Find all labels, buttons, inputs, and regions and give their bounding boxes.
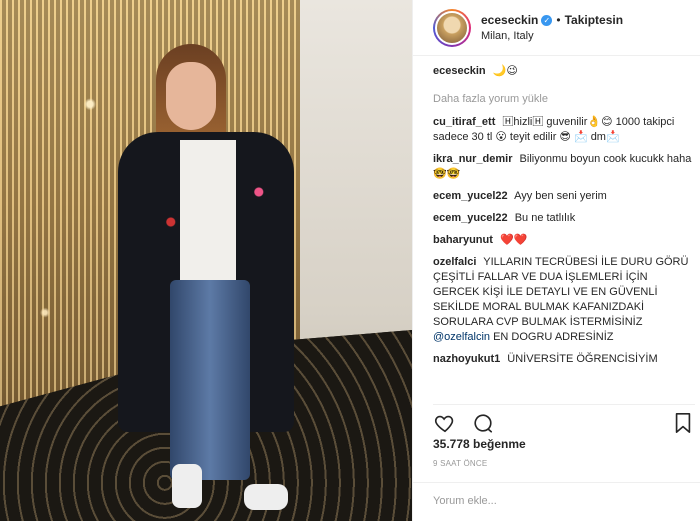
person-figure xyxy=(118,44,298,514)
likes-count[interactable]: 35.778 beğenme xyxy=(433,437,526,451)
bookmark-icon[interactable] xyxy=(671,411,695,435)
comment-username[interactable]: ozelfalci xyxy=(433,256,476,268)
comment-text: Bu ne tatlılık xyxy=(514,212,576,224)
comment-username[interactable]: cu_itiraf_ett xyxy=(433,116,495,128)
instagram-post-view: eceseckin ✓ • Takiptesin Milan, Italy ec… xyxy=(0,0,700,521)
comment-item: ikra_nur_demir Biliyonmu boyun cook kucu… xyxy=(433,152,695,182)
comment-item: ecem_yucel22 Ayy ben seni yerim xyxy=(433,189,695,204)
comment-username[interactable]: nazhoyukut1 xyxy=(433,353,500,365)
left-shoe xyxy=(172,464,202,508)
post-photo[interactable] xyxy=(0,0,412,521)
face xyxy=(166,62,216,130)
post-header: eceseckin ✓ • Takiptesin Milan, Italy xyxy=(413,0,700,56)
header-text: eceseckin ✓ • Takiptesin Milan, Italy xyxy=(481,13,623,42)
caption: eceseckin 🌙😉 xyxy=(433,64,695,79)
comment-text: ÜNİVERSİTE ÖĞRENCİSİYİM xyxy=(507,353,658,365)
comment-item: cu_itiraf_ett 🄷hizli🄷 guvenilir👌😊 1000 t… xyxy=(433,115,695,145)
load-more-comments-button[interactable]: Daha fazla yorum yükle xyxy=(433,93,695,105)
comment-item: nazhoyukut1 ÜNİVERSİTE ÖĞRENCİSİYİM xyxy=(433,352,695,367)
avatar-story-ring[interactable] xyxy=(433,8,471,47)
avatar[interactable] xyxy=(435,10,469,45)
comment-icon[interactable] xyxy=(471,411,495,435)
comment-username[interactable]: ecem_yucel22 xyxy=(433,212,508,224)
comment-item: baharyunut ❤️❤️ xyxy=(433,233,695,248)
white-shirt xyxy=(180,140,236,280)
add-comment-bar xyxy=(413,482,700,521)
post-side-panel: eceseckin ✓ • Takiptesin Milan, Italy ec… xyxy=(412,0,700,521)
separator-dot: • xyxy=(556,13,561,27)
add-comment-input[interactable] xyxy=(433,495,673,507)
comment-item: ecem_yucel22 Bu ne tatlılık xyxy=(433,211,695,226)
comment-text: YILLARIN TECRÜBESİ İLE DURU GÖRÜ ÇEŞİTLİ… xyxy=(433,256,689,343)
jeans xyxy=(170,280,250,480)
comment-username[interactable]: ikra_nur_demir xyxy=(433,153,512,165)
post-location[interactable]: Milan, Italy xyxy=(481,30,623,42)
post-actions-bar xyxy=(433,404,695,434)
comment-text: ❤️❤️ xyxy=(499,234,528,246)
comments-list[interactable]: eceseckin 🌙😉 Daha fazla yorum yükle cu_i… xyxy=(433,64,695,400)
mention-link[interactable]: @ozelfalcin xyxy=(433,331,490,343)
caption-text: 🌙😉 xyxy=(492,65,518,77)
right-shoe xyxy=(244,484,288,510)
comment-username[interactable]: ecem_yucel22 xyxy=(433,190,508,202)
heart-icon[interactable] xyxy=(433,411,457,435)
comment-item: ozelfalci YILLARIN TECRÜBESİ İLE DURU GÖ… xyxy=(433,255,695,345)
follow-status[interactable]: Takiptesin xyxy=(565,13,623,27)
post-username[interactable]: eceseckin xyxy=(481,13,538,27)
verified-badge-icon: ✓ xyxy=(541,14,553,26)
header-line: eceseckin ✓ • Takiptesin xyxy=(481,13,623,27)
caption-username[interactable]: eceseckin xyxy=(433,65,486,77)
post-timestamp: 9 SAAT ÖNCE xyxy=(433,459,488,468)
comment-text: Ayy ben seni yerim xyxy=(514,190,607,202)
comment-username[interactable]: baharyunut xyxy=(433,234,493,246)
